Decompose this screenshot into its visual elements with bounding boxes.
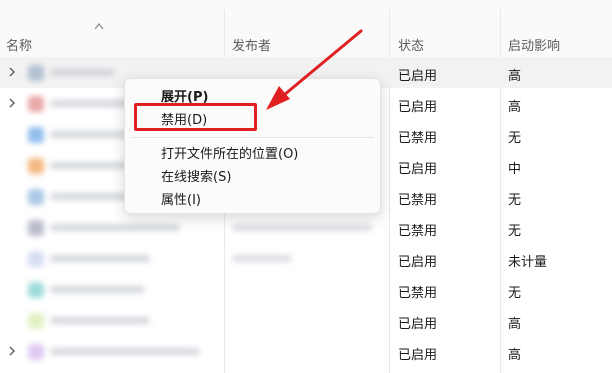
- annotation-arrow-icon: [266, 29, 363, 110]
